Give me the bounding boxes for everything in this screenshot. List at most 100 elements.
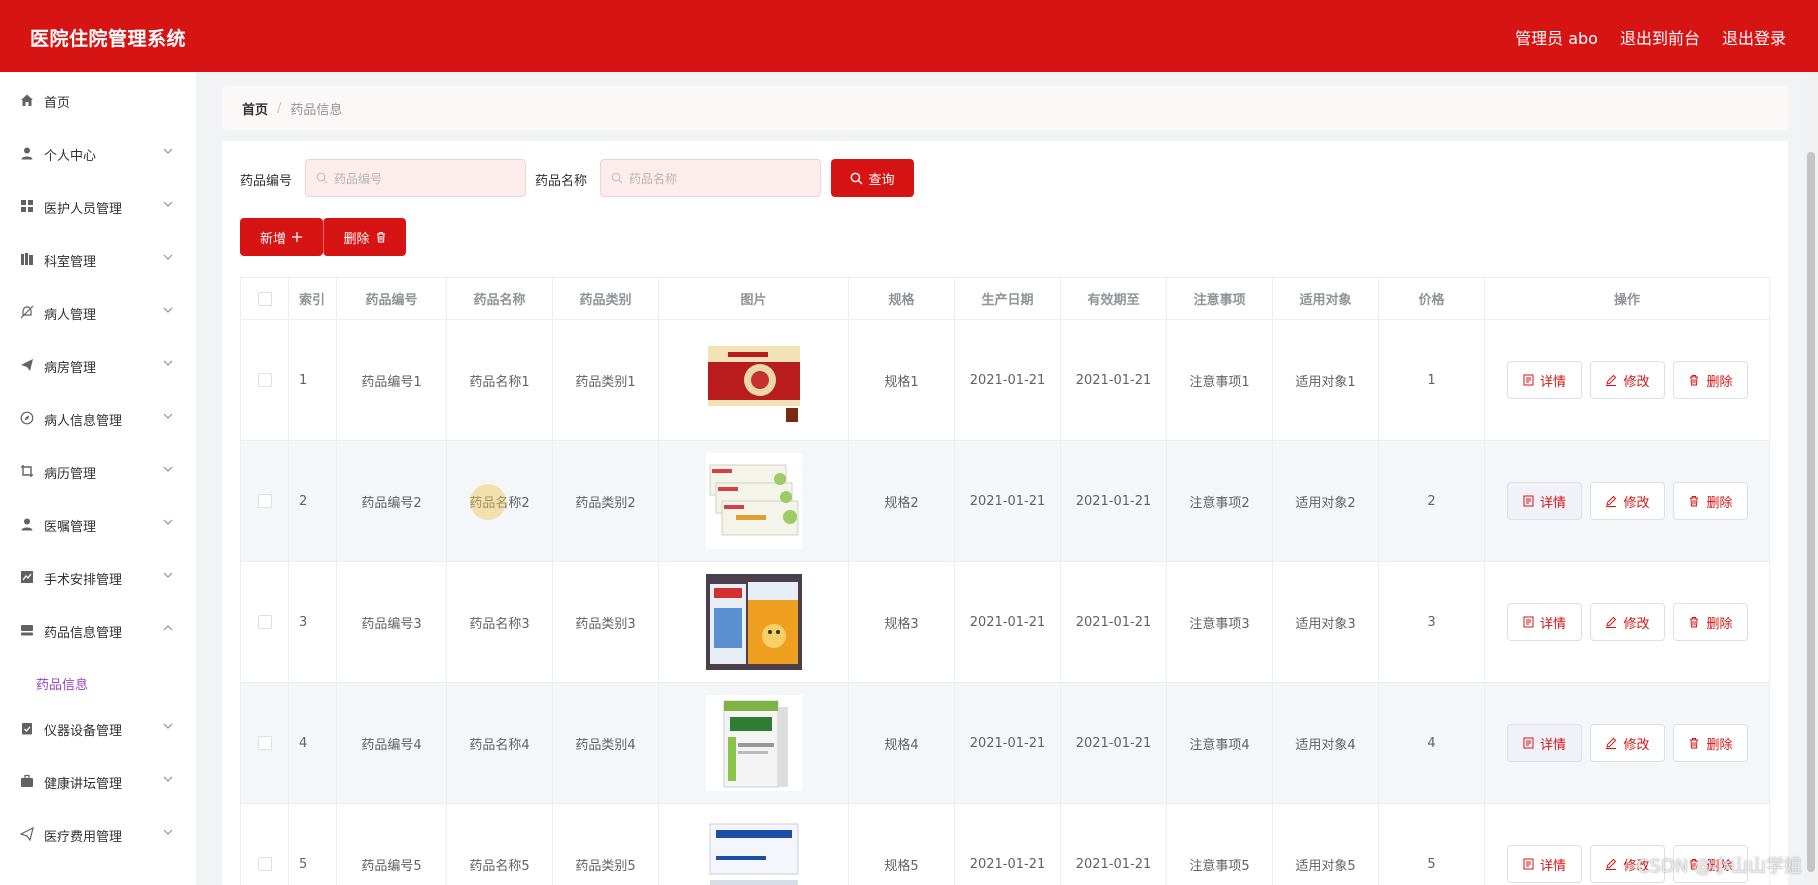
current-user-link[interactable]: 管理员 abo [1515,25,1598,49]
detail-button[interactable]: 详情 [1507,603,1582,641]
cell-made-date: 2021-01-21 [955,562,1061,682]
sidebar-item-medical-staff[interactable]: 医护人员管理 [0,186,196,226]
edit-button[interactable]: 修改 [1590,361,1665,399]
detail-button[interactable]: 详情 [1507,845,1582,883]
cell-name: 药品名称3 [447,562,553,682]
sidebar-item-ward[interactable]: 病房管理 [0,345,196,385]
chevron-down-icon [163,519,173,525]
edit-button-label: 修改 [1623,616,1650,632]
drug-image[interactable] [705,453,802,549]
delete-row-button-label: 删除 [1706,374,1733,390]
delete-row-button[interactable]: 删除 [1673,724,1748,762]
sidebar-item-doctor-order[interactable]: 医嘱管理 [0,504,196,544]
sidebar-item-label: 病房管理 [44,361,97,376]
cell-note: 注意事项4 [1167,683,1273,803]
sidebar-item-medical-fee[interactable]: 医疗费用管理 [0,814,196,854]
column-header: 注意事项 [1167,278,1273,319]
cell-index: 4 [289,683,337,803]
search-icon [316,172,328,184]
document-icon [1523,374,1534,386]
cell-made-date: 2021-01-21 [955,683,1061,803]
trash-icon [376,231,385,243]
delete-row-button[interactable]: 删除 [1673,603,1748,641]
cell-target: 适用对象2 [1273,441,1379,561]
drug-image[interactable] [705,695,802,791]
clipboard-check-icon [22,723,32,735]
sidebar-item-label: 病历管理 [44,467,97,482]
detail-button-label: 详情 [1539,495,1566,511]
document-icon [1523,495,1534,507]
detail-button[interactable]: 详情 [1507,482,1582,520]
sidebar-item-personal[interactable]: 个人中心 [0,133,196,173]
detail-button[interactable]: 详情 [1507,361,1582,399]
column-header: 有效期至 [1061,278,1167,319]
edit-button[interactable]: 修改 [1590,724,1665,762]
trash-icon [1690,375,1699,386]
sidebar-item-equipment[interactable]: 仪器设备管理 [0,708,196,748]
crop-icon [21,465,33,477]
edit-button[interactable]: 修改 [1590,482,1665,520]
delete-row-button[interactable]: 删除 [1673,482,1748,520]
sidebar-item-label: 个人中心 [44,149,97,164]
scrollbar-thumb[interactable] [1807,152,1815,872]
row-checkbox[interactable] [257,373,272,387]
sidebar-item-medical-record[interactable]: 病历管理 [0,451,196,491]
select-all-checkbox[interactable] [257,291,272,306]
chevron-down-icon [163,360,173,366]
delete-row-button[interactable]: 删除 [1673,361,1748,399]
drug-image[interactable] [705,332,802,428]
cell-note: 注意事项1 [1167,320,1273,440]
sidebar-item-patient-info[interactable]: 病人信息管理 [0,398,196,438]
sidebar-item-health-forum[interactable]: 健康讲坛管理 [0,761,196,801]
sidebar-item-label: 病人信息管理 [44,414,123,429]
drug-image[interactable] [705,574,802,670]
sidebar-item-patient[interactable]: 病人管理 [0,292,196,332]
add-button[interactable]: 新增 [240,218,323,256]
cell-code: 药品编号5 [337,804,447,885]
drug-image[interactable] [705,816,802,885]
delete-button[interactable]: 删除 [323,218,406,256]
table-row: 4 药品编号4 药品名称4 药品类别4 规格4 2021-01-21 2021-… [241,683,1769,804]
sidebar-item-drug-info-manage[interactable]: 药品信息管理 [0,610,196,650]
exit-to-front-link[interactable]: 退出到前台 [1620,25,1700,49]
edit-button[interactable]: 修改 [1590,603,1665,641]
drug-code-input[interactable]: 药品编号 [305,159,526,197]
breadcrumb-current: 药品信息 [290,102,343,118]
trash-icon [1690,738,1699,749]
chevron-down-icon [163,413,173,419]
row-checkbox[interactable] [257,857,272,871]
cell-expire-date: 2021-01-21 [1061,562,1167,682]
row-checkbox[interactable] [257,494,272,508]
detail-button-label: 详情 [1539,374,1566,390]
logout-link[interactable]: 退出登录 [1722,25,1786,49]
column-header: 索引 [289,278,337,319]
delete-row-button-label: 删除 [1706,495,1733,511]
row-select-cell [241,804,289,885]
delete-row-button-label: 删除 [1706,737,1733,753]
sidebar-item-surgery[interactable]: 手术安排管理 [0,557,196,597]
breadcrumb-home[interactable]: 首页 [242,99,268,118]
detail-button[interactable]: 详情 [1507,724,1582,762]
search-icon [611,172,623,184]
stack-icon [21,625,33,636]
drug-name-input[interactable]: 药品名称 [600,159,821,197]
chevron-down-icon [163,723,173,729]
cell-target: 适用对象5 [1273,804,1379,885]
grid-icon [21,200,33,212]
header-select-all[interactable] [241,278,289,319]
sidebar-item-department[interactable]: 科室管理 [0,239,196,279]
sidebar-item-home[interactable]: 首页 [0,80,196,120]
row-checkbox[interactable] [257,736,272,750]
sidebar-subitem-drug-info[interactable]: 药品信息 [36,674,88,693]
user-icon [21,518,33,531]
row-checkbox[interactable] [257,615,272,629]
cell-index: 1 [289,320,337,440]
page-scrollbar[interactable] [1804,72,1818,885]
cell-category: 药品类别1 [553,320,659,440]
query-button[interactable]: 查询 [831,159,914,197]
top-bar: 医院住院管理系统 管理员 abo 退出到前台 退出登录 [0,0,1818,72]
table-row: 5 药品编号5 药品名称5 药品类别5 规格5 2021-01-21 2021-… [241,804,1769,885]
breadcrumb-separator: / [277,100,282,116]
chevron-down-icon [163,254,173,260]
user-icon [21,147,33,160]
